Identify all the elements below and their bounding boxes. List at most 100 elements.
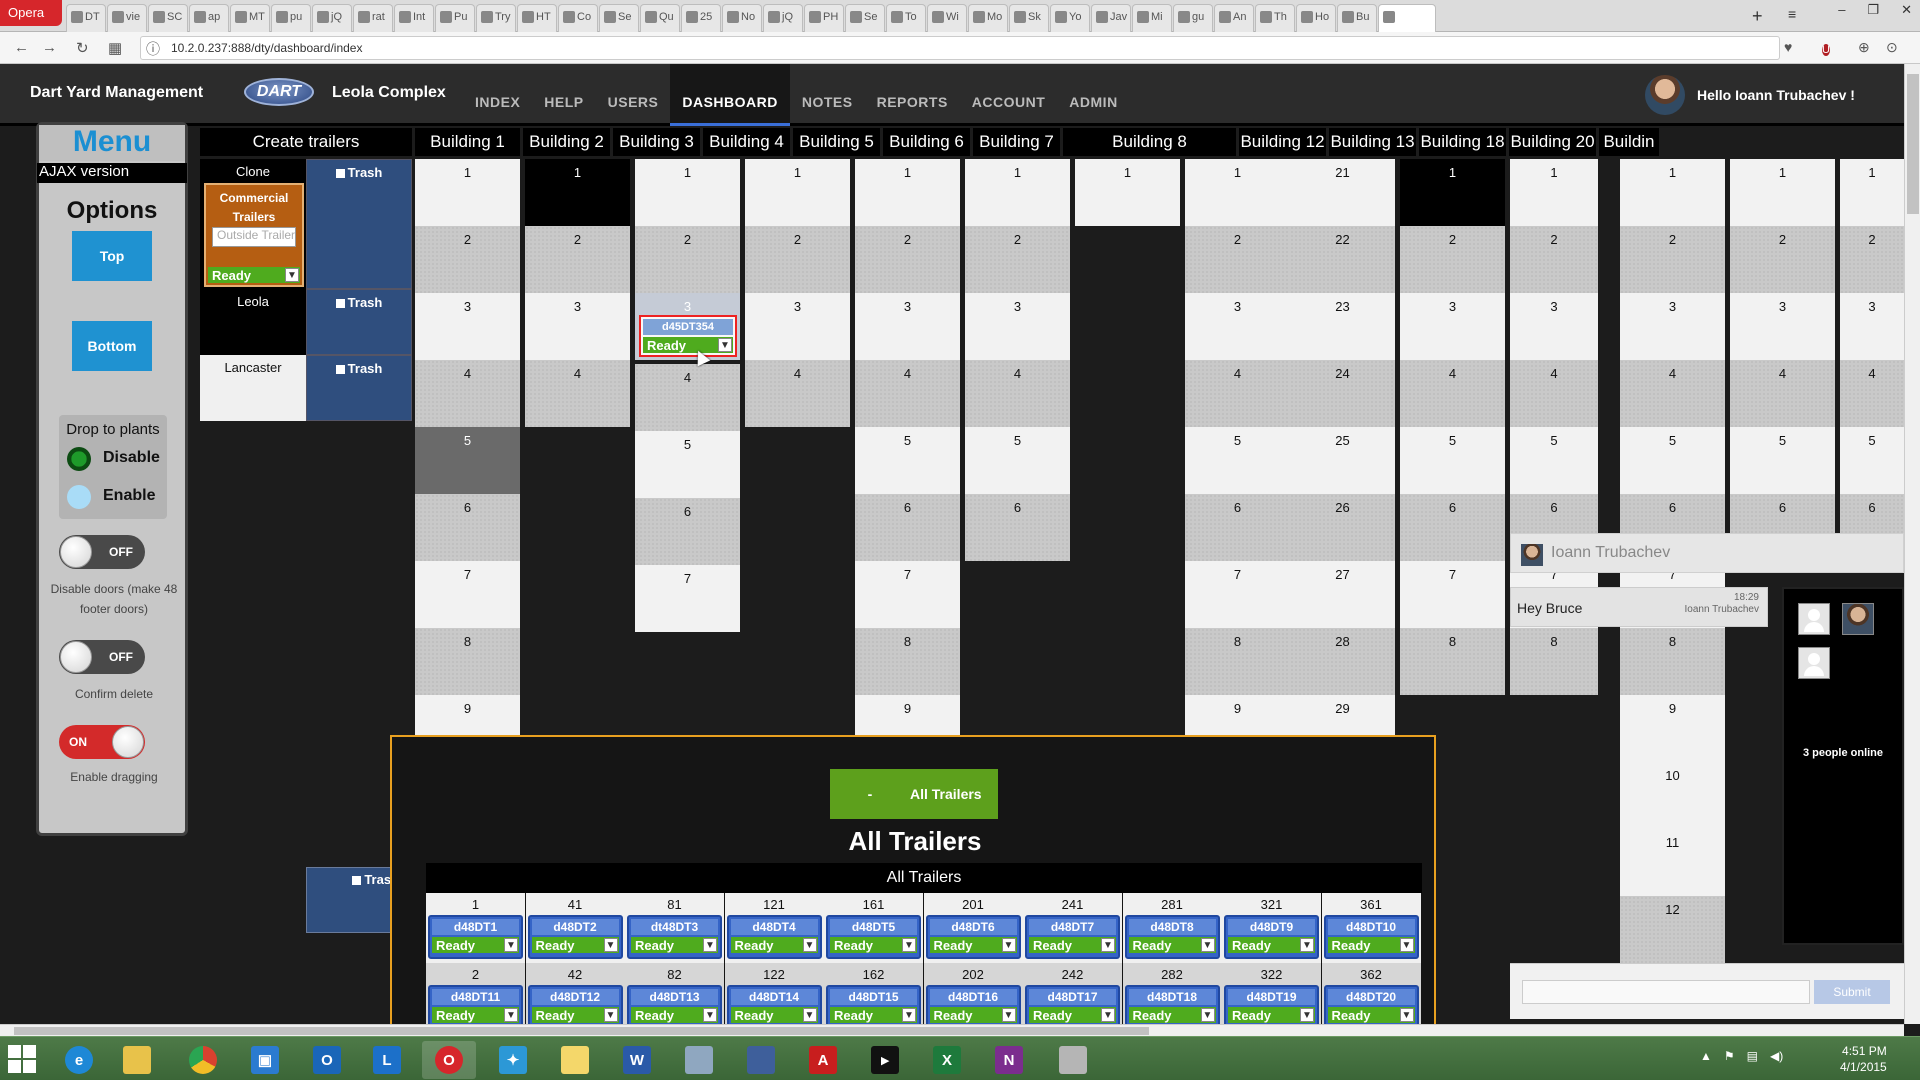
door-slot[interactable]: 2 — [1730, 226, 1835, 293]
online-user-avatar[interactable] — [1842, 603, 1874, 635]
nav-notes[interactable]: NOTES — [790, 64, 865, 126]
trailer-card[interactable]: d48DT9 Ready ▼ — [1224, 915, 1319, 959]
tray-volume-icon[interactable]: ◀) — [1770, 1049, 1783, 1063]
browser-tab[interactable]: Se — [599, 4, 639, 32]
trailer-card[interactable]: d48DT1 Ready ▼ — [428, 915, 523, 959]
door-slot[interactable]: 4 — [965, 360, 1070, 427]
door-slot[interactable]: 22 — [1290, 226, 1395, 293]
door-slot[interactable]: 1 — [855, 159, 960, 226]
browser-tab[interactable]: DT — [66, 4, 106, 32]
trash-zone-clone[interactable]: Trash — [306, 159, 412, 289]
door-slot[interactable]: 1 — [1075, 159, 1180, 226]
door-slot[interactable]: 7 — [855, 561, 960, 628]
door-slot[interactable]: 2 — [1620, 226, 1725, 293]
door-slot[interactable]: 4 — [1840, 360, 1904, 427]
browser-tab[interactable]: Bu — [1337, 4, 1377, 32]
door-slot[interactable]: 4 — [1620, 360, 1725, 427]
door-slot[interactable]: 1 — [1185, 159, 1290, 226]
door-slot[interactable]: 3 — [965, 293, 1070, 360]
browser-tab[interactable]: HT — [517, 4, 557, 32]
folder-taskbar-icon[interactable] — [548, 1041, 602, 1079]
door-slot[interactable]: 26 — [1290, 494, 1395, 561]
excel-taskbar-icon[interactable]: X — [920, 1041, 974, 1079]
door-slot[interactable]: 5 — [635, 431, 740, 498]
tray-arrow-icon[interactable]: ▲ — [1700, 1049, 1712, 1063]
door-slot[interactable]: 2 — [635, 226, 740, 293]
trailer-card[interactable]: d48DT16 Ready ▼ — [925, 985, 1021, 1029]
door-slot[interactable]: 6 — [1400, 494, 1505, 561]
trailer-slot[interactable]: 81 dt48DT3 Ready ▼ — [625, 893, 724, 963]
trailer-status-select[interactable]: Ready ▼ — [1029, 937, 1116, 953]
page-info-icon[interactable]: ⓘ — [146, 39, 160, 59]
onenote-taskbar-icon[interactable]: N — [982, 1041, 1036, 1079]
trailer-status-select[interactable]: Ready ▼ — [1228, 937, 1315, 953]
door-slot[interactable]: 1 — [1730, 159, 1835, 226]
trailer-card[interactable]: d48DT6 Ready ▼ — [925, 915, 1021, 959]
trash-zone-leola[interactable]: Trash — [306, 289, 412, 355]
outlook-taskbar-icon[interactable]: O — [300, 1041, 354, 1079]
opera-menu-button[interactable]: Opera — [0, 0, 62, 26]
door-slot[interactable]: 3 — [745, 293, 850, 360]
disable-radio[interactable] — [67, 447, 91, 471]
trailer-card[interactable]: d48DT2 Ready ▼ — [527, 915, 623, 959]
back-arrow-icon[interactable]: ← — [14, 39, 29, 56]
browser-tab[interactable]: Se — [845, 4, 885, 32]
trailer-slot[interactable]: 42 d48DT12 Ready ▼ — [525, 963, 625, 1033]
network-taskbar-icon[interactable]: ✦ — [486, 1041, 540, 1079]
door-slot[interactable]: 1 — [525, 159, 630, 226]
door-slot[interactable]: 25 — [1290, 427, 1395, 494]
browser-tab[interactable]: No — [722, 4, 762, 32]
browser-tab[interactable]: Yo — [1050, 4, 1090, 32]
door-slot[interactable]: 7 — [1400, 561, 1505, 628]
trailer-status-select[interactable]: Ready ▼ — [730, 1007, 818, 1023]
nav-help[interactable]: HELP — [532, 64, 595, 126]
enable-radio[interactable] — [67, 485, 91, 509]
trailer-slot[interactable]: 121 d48DT4 Ready ▼ — [724, 893, 824, 963]
door-slot[interactable]: 6 — [855, 494, 960, 561]
opera-taskbar-icon[interactable]: O — [422, 1041, 476, 1079]
vertical-scroll-thumb[interactable] — [1907, 74, 1919, 214]
door-slot[interactable]: 3 — [855, 293, 960, 360]
trailer-card[interactable]: d48DT13 Ready ▼ — [627, 985, 722, 1029]
enable-dragging-toggle[interactable]: ON — [59, 725, 145, 759]
trailer-slot[interactable]: 201 d48DT6 Ready ▼ — [923, 893, 1023, 963]
browser-tab[interactable]: gu — [1173, 4, 1213, 32]
trailer-slot[interactable]: 162 d48DT15 Ready ▼ — [824, 963, 923, 1033]
browser-tab[interactable]: ap — [189, 4, 229, 32]
browser-tab[interactable] — [1378, 4, 1436, 32]
chat-submit-button[interactable]: Submit — [1814, 980, 1890, 1004]
door-slot[interactable]: 3 — [1185, 293, 1290, 360]
trailer-status-select[interactable]: Ready ▼ — [432, 937, 519, 953]
door-slot[interactable]: 6 — [965, 494, 1070, 561]
browser-tab[interactable]: rat — [353, 4, 393, 32]
door-slot[interactable]: 4 — [1185, 360, 1290, 427]
trailer-card[interactable]: d48DT11 Ready ▼ — [428, 985, 523, 1029]
trailer-card[interactable]: d48DT14 Ready ▼ — [726, 985, 822, 1029]
trailer-card[interactable]: d48DT12 Ready ▼ — [527, 985, 623, 1029]
trailer-slot[interactable]: 242 d48DT17 Ready ▼ — [1023, 963, 1122, 1033]
minimize-button[interactable]: – — [1838, 2, 1845, 18]
browser-tab[interactable]: jQ — [763, 4, 803, 32]
reload-icon[interactable]: ↻ — [76, 39, 89, 57]
trailer-slot[interactable]: 82 d48DT13 Ready ▼ — [625, 963, 724, 1033]
chat-message-input[interactable] — [1522, 980, 1810, 1004]
browser-tab[interactable]: An — [1214, 4, 1254, 32]
disable-doors-toggle[interactable]: OFF — [59, 535, 145, 569]
door-slot[interactable]: 8 — [1185, 628, 1290, 695]
trailer-card[interactable]: d48DT10 Ready ▼ — [1323, 915, 1419, 959]
word-taskbar-icon[interactable]: W — [610, 1041, 664, 1079]
browser-tab[interactable]: MT — [230, 4, 270, 32]
top-button[interactable]: Top — [72, 231, 152, 281]
contacts-taskbar-icon[interactable]: ▣ — [238, 1041, 292, 1079]
outside-trailer-input[interactable]: Outside Trailer — [212, 227, 296, 247]
trailer-slot[interactable]: 361 d48DT10 Ready ▼ — [1321, 893, 1421, 963]
door-slot[interactable]: 2 — [415, 226, 520, 293]
door-slot[interactable]: 4 — [415, 360, 520, 427]
door-slot[interactable]: 4 — [1400, 360, 1505, 427]
chrome-taskbar-icon[interactable] — [176, 1041, 230, 1079]
dart-logo[interactable]: DART — [244, 78, 314, 106]
tab-menu-icon[interactable]: ≡ — [1788, 6, 1796, 22]
door-slot[interactable]: 8 — [415, 628, 520, 695]
bookmark-heart-icon[interactable]: ♥ — [1784, 39, 1792, 55]
door-slot[interactable]: 1 — [1510, 159, 1598, 226]
